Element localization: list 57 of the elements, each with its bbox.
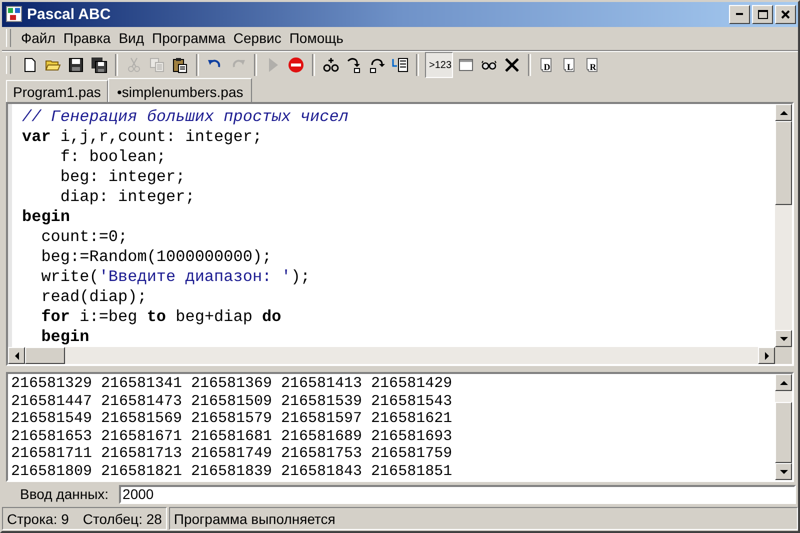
menu-item[interactable]: Сервис	[229, 28, 286, 48]
code-line: read(diap);	[40, 287, 147, 308]
glasses-plus-icon[interactable]	[323, 57, 339, 74]
floppy-disks-icon[interactable]	[91, 57, 107, 74]
code-line: diap: integer;	[59, 187, 195, 208]
menu-item[interactable]: Программа	[148, 28, 230, 48]
maximize-icon	[758, 10, 768, 19]
output-line: 216581653 216581671 216581681 216581689 216581693	[11, 428, 454, 446]
menu-item[interactable]: Вид	[114, 28, 148, 48]
status-text: Столбец: 28	[82, 510, 162, 527]
window-title: Pascal ABC	[27, 6, 112, 23]
output-line: 216581809 216581821 216581839 216581843 216581851	[11, 462, 454, 480]
code-line: begin	[22, 207, 70, 228]
code-line: write('Введите диапазон: ');	[40, 267, 310, 288]
output-line: 216581711 216581713 216581749 216581753 216581759	[11, 445, 454, 463]
code-line: var i,j,r,count: integer;	[22, 127, 262, 148]
minimize-icon	[736, 13, 743, 16]
window-icon[interactable]	[458, 57, 474, 74]
scrollbar-thumb[interactable]	[775, 402, 792, 464]
clipboard-icon[interactable]	[172, 57, 188, 74]
menu-item[interactable]: Правка	[59, 28, 115, 48]
code-editor[interactable]	[8, 104, 775, 348]
scrollbar-thumb[interactable]	[25, 347, 65, 364]
vertical-scrollbar[interactable]	[775, 374, 792, 480]
app-logo-icon	[6, 6, 22, 22]
output-line: 216581549 216581569 216581579 216581597 216581621	[11, 410, 454, 428]
code-line: begin	[40, 327, 90, 348]
horizontal-scrollbar[interactable]	[8, 347, 775, 364]
step-arrow-icon[interactable]	[346, 57, 362, 74]
minimize-button[interactable]	[729, 4, 750, 24]
step-over-arrow-icon[interactable]	[369, 57, 385, 74]
menu-item[interactable]: Файл	[17, 28, 60, 48]
output-line: 216581447 216581473 216581509 216581539 216581543	[11, 392, 454, 410]
output-mode-button[interactable]: >123	[425, 52, 453, 78]
code-line: for i:=beg to beg+diap do	[40, 307, 282, 328]
status-text: Строка: 9	[7, 510, 69, 527]
file-tab[interactable]: Program1.pas	[6, 80, 108, 102]
new-file-icon[interactable]	[22, 57, 38, 74]
code-line: beg:=Random(1000000000);	[40, 247, 272, 268]
file-tab[interactable]: •simplenumbers.pas	[108, 78, 252, 104]
input-field[interactable]: 2000	[118, 484, 796, 504]
code-line: // Генерация больших простых чисел	[22, 107, 348, 128]
code-line: f: boolean;	[59, 147, 166, 168]
output-line: 216581329 216581341 216581369 216581413 216581429	[11, 375, 454, 393]
menu-item[interactable]: Помощь	[285, 28, 348, 48]
close-button[interactable]	[775, 4, 796, 24]
maximize-button[interactable]	[752, 4, 773, 24]
vertical-scrollbar[interactable]	[775, 104, 792, 348]
input-label: Ввод данных:	[20, 486, 109, 502]
cross-icon[interactable]	[504, 57, 520, 74]
code-line: beg: integer;	[59, 167, 186, 188]
status-message: Программа выполняется	[168, 507, 798, 530]
scrollbar-thumb[interactable]	[775, 121, 792, 206]
stop-sign-icon[interactable]	[288, 57, 304, 74]
list-icon[interactable]	[392, 57, 408, 74]
code-line: count:=0;	[40, 227, 128, 248]
close-icon	[781, 10, 790, 19]
